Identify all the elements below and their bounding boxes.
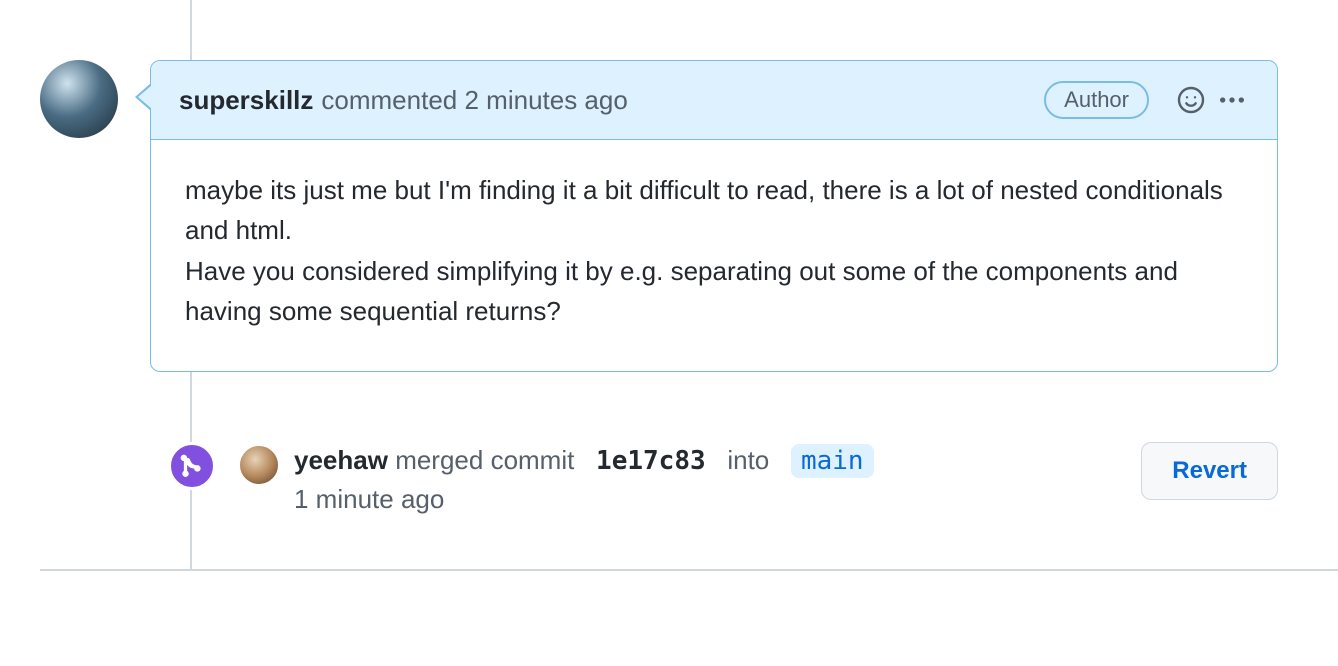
comment-body-paragraph: maybe its just me but I'm finding it a b… xyxy=(185,170,1243,251)
merge-event-text: yeehaw merged commit 1e17c83 into main 1… xyxy=(294,442,1121,518)
comment-timestamp[interactable]: 2 minutes ago xyxy=(464,85,627,116)
revert-button[interactable]: Revert xyxy=(1141,442,1278,500)
comment-body-paragraph: Have you considered simplifying it by e.… xyxy=(185,251,1243,332)
avatar[interactable] xyxy=(238,444,280,486)
emoji-reaction-icon[interactable] xyxy=(1175,84,1207,116)
divider xyxy=(40,569,1338,571)
avatar[interactable] xyxy=(40,60,118,138)
git-merge-icon xyxy=(168,442,216,490)
merge-verb: merged commit xyxy=(395,445,574,475)
merge-timestamp[interactable]: 1 minute ago xyxy=(294,484,444,514)
comment-item: superskillz commented 2 minutes ago Auth… xyxy=(40,0,1338,372)
comment-username[interactable]: superskillz xyxy=(179,85,313,116)
into-word: into xyxy=(727,445,769,475)
merge-event: yeehaw merged commit 1e17c83 into main 1… xyxy=(168,442,1338,518)
kebab-menu-icon[interactable] xyxy=(1215,84,1249,116)
comment-box: superskillz commented 2 minutes ago Auth… xyxy=(150,60,1278,372)
comment-body: maybe its just me but I'm finding it a b… xyxy=(151,140,1277,371)
comment-header: superskillz commented 2 minutes ago Auth… xyxy=(151,61,1277,140)
author-badge: Author xyxy=(1044,81,1149,119)
commit-hash[interactable]: 1e17c83 xyxy=(596,446,706,476)
comment-action: commented xyxy=(321,85,457,116)
branch-name[interactable]: main xyxy=(791,444,874,478)
timeline: superskillz commented 2 minutes ago Auth… xyxy=(40,0,1338,571)
merge-username[interactable]: yeehaw xyxy=(294,445,388,475)
